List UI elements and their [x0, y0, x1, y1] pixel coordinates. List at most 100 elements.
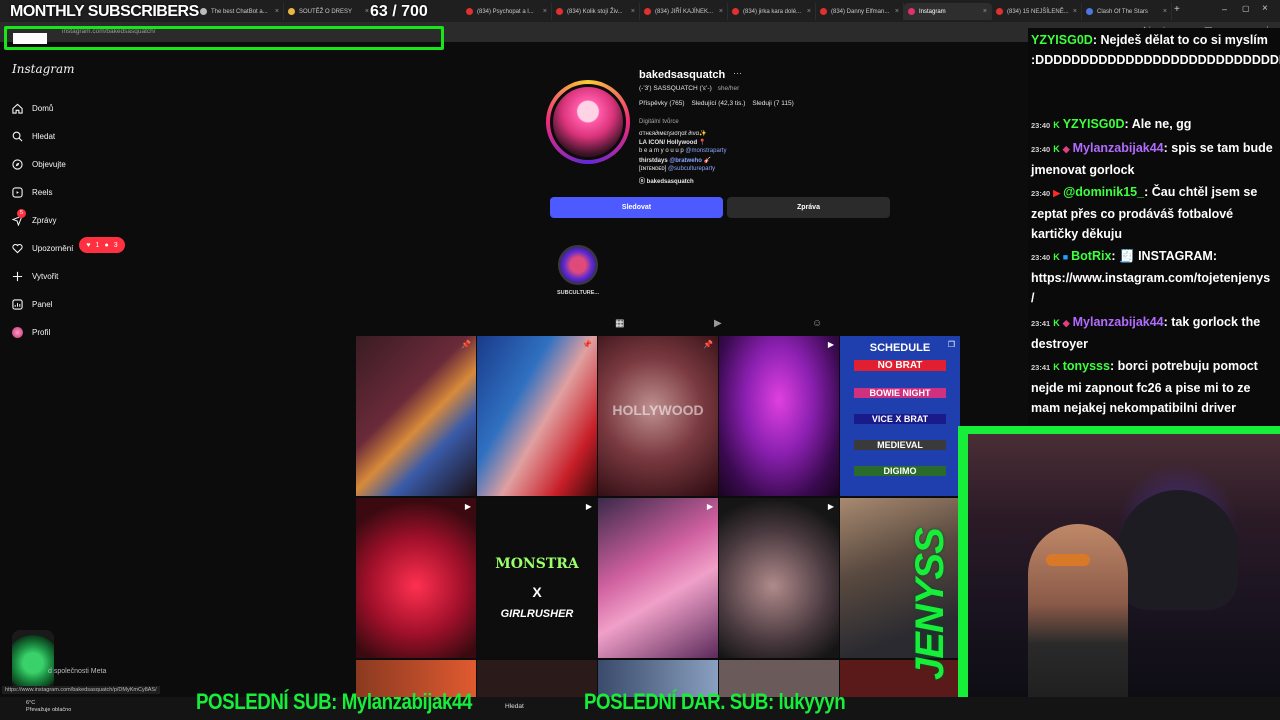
post-thumbnail[interactable]: [477, 660, 597, 700]
sidebar-item-explore[interactable]: Objevujte: [11, 156, 66, 172]
message-button[interactable]: Zpráva: [727, 197, 890, 218]
close-icon[interactable]: ×: [365, 8, 369, 15]
browser-tab-active[interactable]: Instagram ×: [904, 3, 992, 20]
post-thumbnail[interactable]: 📌: [356, 336, 476, 496]
plus-icon: [11, 270, 23, 282]
pin-icon: 📌: [582, 340, 592, 349]
chat-message: 23:40 ▶ @dominik15_: Čau chtěl jsem se zep…: [1031, 185, 1258, 241]
bio-line: [ɪɴᴛᴇɴᴅᴇᴅ] @subcultureparty: [639, 166, 716, 172]
post-thumbnail[interactable]: ▶: [598, 498, 718, 658]
browser-tab[interactable]: The best ChatBot a... ×: [196, 3, 284, 20]
browser-tab[interactable]: (834) Kolik stojí Živ... ×: [552, 3, 640, 20]
profile-fullname: (-'3') SASSQUATCH (ʻεʻ-) she/her: [639, 85, 740, 92]
story-highlight-label: SUBCULTURE...: [556, 290, 600, 296]
bio-mention-link[interactable]: @bratweho 🎸: [669, 158, 711, 164]
bio-mention-link[interactable]: @monstraparty: [685, 148, 726, 154]
notification-badge[interactable]: ♥ 1 ● 3: [79, 237, 125, 253]
youtube-icon: [556, 8, 563, 15]
followers-count[interactable]: Sledující (42,3 tis.): [692, 100, 746, 107]
reels-icon: [11, 186, 23, 198]
tab-favicon-icon: [200, 8, 207, 15]
chat-message: YZYISG0D: Nejdeš dělat to co si myslím :…: [1031, 30, 1280, 70]
window-close-icon[interactable]: ×: [1262, 3, 1268, 14]
chat-message: 23:40 K ◆ Mylanzabijak44: spis se tam bude …: [1031, 141, 1273, 177]
follow-button[interactable]: Sledovat: [550, 197, 723, 218]
chat-username: Mylanzabijak44: [1072, 141, 1164, 155]
browser-tab[interactable]: (834) Danny Elfman... ×: [816, 3, 904, 20]
sidebar-item-create[interactable]: Vytvořit: [11, 268, 58, 284]
plant-decoration: [12, 630, 54, 690]
meta-footer-text: d společnosti Meta: [48, 668, 107, 675]
browser-tab[interactable]: SOUTĚŽ O DRESY ×: [284, 3, 374, 20]
maximize-icon[interactable]: ▢: [1242, 4, 1250, 13]
pin-icon: 📌: [703, 340, 713, 349]
browser-tab[interactable]: Clash Of The Stars ×: [1082, 3, 1172, 20]
search-icon: [11, 130, 23, 142]
story-highlight[interactable]: [558, 245, 598, 285]
close-icon[interactable]: ×: [895, 8, 899, 15]
more-options-icon[interactable]: ···: [733, 68, 742, 78]
pin-icon: 📌: [461, 340, 471, 349]
tab-reels-icon[interactable]: ▶: [714, 318, 722, 329]
streamer-brand-logo: JENYSS: [908, 528, 952, 680]
following-count[interactable]: Sleduji (7 115): [752, 100, 793, 107]
youtube-icon: [466, 8, 473, 15]
messages-count-badge: 5: [17, 209, 26, 218]
sub-badge-icon: ◆: [1062, 318, 1070, 328]
kick-badge-icon: K: [1053, 120, 1060, 130]
tab-posts-grid-icon[interactable]: ▦: [615, 318, 624, 329]
close-icon[interactable]: ×: [275, 8, 279, 15]
sub-badge-icon: ◆: [1062, 144, 1070, 154]
post-thumbnail[interactable]: ▶: [719, 336, 839, 496]
post-thumbnail[interactable]: 📌: [477, 336, 597, 496]
close-icon[interactable]: ×: [983, 8, 987, 15]
reel-icon: ▶: [585, 502, 592, 511]
reel-icon: ▶: [706, 502, 713, 511]
posts-count: Příspěvky (765): [639, 100, 685, 107]
subs-overlay-frame: [4, 26, 444, 50]
bio-mention-link[interactable]: @subcultureparty: [668, 166, 715, 172]
browser-tab[interactable]: (834) 15 NEJŠÍLENĚ... ×: [992, 3, 1082, 20]
post-thumbnail[interactable]: ▶ MONSTRA X GIRLRUSHER: [477, 498, 597, 658]
stream-chat: YZYISG0D: Nejdeš dělat to co si myslím :…: [1028, 28, 1280, 426]
bio-line: thirstdays @bratweho 🎸: [639, 158, 712, 164]
profile-avatar[interactable]: [550, 84, 626, 160]
kick-badge-icon: K: [1053, 252, 1060, 262]
sidebar-item-search[interactable]: Hledat: [11, 128, 55, 144]
close-icon[interactable]: ×: [543, 8, 547, 15]
kick-badge-icon: K: [1053, 318, 1060, 328]
sidebar-item-profile[interactable]: Profil: [11, 324, 50, 340]
kick-badge-icon: K: [1053, 144, 1060, 154]
taskbar-search[interactable]: Hledat: [505, 703, 524, 710]
weather-widget[interactable]: 6°C Převažuje oblačno: [26, 700, 71, 714]
close-icon[interactable]: ×: [1163, 8, 1167, 15]
chat-message: 23:41 Ktonysss: borci potrebuju pomoct ne…: [1031, 359, 1258, 415]
close-icon[interactable]: ×: [1073, 8, 1077, 15]
profile-stats: Příspěvky (765) Sledující (42,3 tis.) Sl…: [639, 100, 794, 107]
close-icon[interactable]: ×: [807, 8, 811, 15]
threads-link[interactable]: ⓞ bakedsasquatch: [639, 176, 694, 185]
minimize-icon[interactable]: –: [1222, 4, 1227, 14]
bio-line: b e a m y o u u p @monstraparty: [639, 148, 727, 154]
webcam-feed: [968, 434, 1280, 720]
browser-tab[interactable]: (834) Psychopat a l... ×: [462, 3, 552, 20]
post-thumbnail[interactable]: 📌 HOLLYWOOD: [598, 336, 718, 496]
new-tab-button[interactable]: +: [1174, 4, 1180, 15]
person-icon: ●: [104, 241, 109, 249]
close-icon[interactable]: ×: [631, 8, 635, 15]
instagram-logo[interactable]: Instagram: [12, 62, 75, 76]
tab-tagged-icon[interactable]: ☺: [812, 318, 822, 329]
sidebar-item-notifications[interactable]: Upozornění: [11, 240, 73, 256]
sidebar-item-reels[interactable]: Reels: [11, 184, 52, 200]
status-bar-url: https://www.instagram.com/bakedsasquatch…: [2, 686, 160, 694]
close-icon[interactable]: ×: [719, 8, 723, 15]
sidebar-item-dashboard[interactable]: Panel: [11, 296, 52, 312]
subscribers-counter: 63 / 700: [370, 3, 428, 20]
reel-icon: ▶: [464, 502, 471, 511]
browser-tab[interactable]: (834) JIŘÍ KAJÍNEK... ×: [640, 3, 728, 20]
reel-icon: ▶: [827, 340, 834, 349]
browser-tab[interactable]: (834) jirka kara dolé... ×: [728, 3, 816, 20]
post-thumbnail[interactable]: ▶: [356, 498, 476, 658]
post-thumbnail[interactable]: ▶: [719, 498, 839, 658]
sidebar-item-home[interactable]: Domů: [11, 100, 53, 116]
